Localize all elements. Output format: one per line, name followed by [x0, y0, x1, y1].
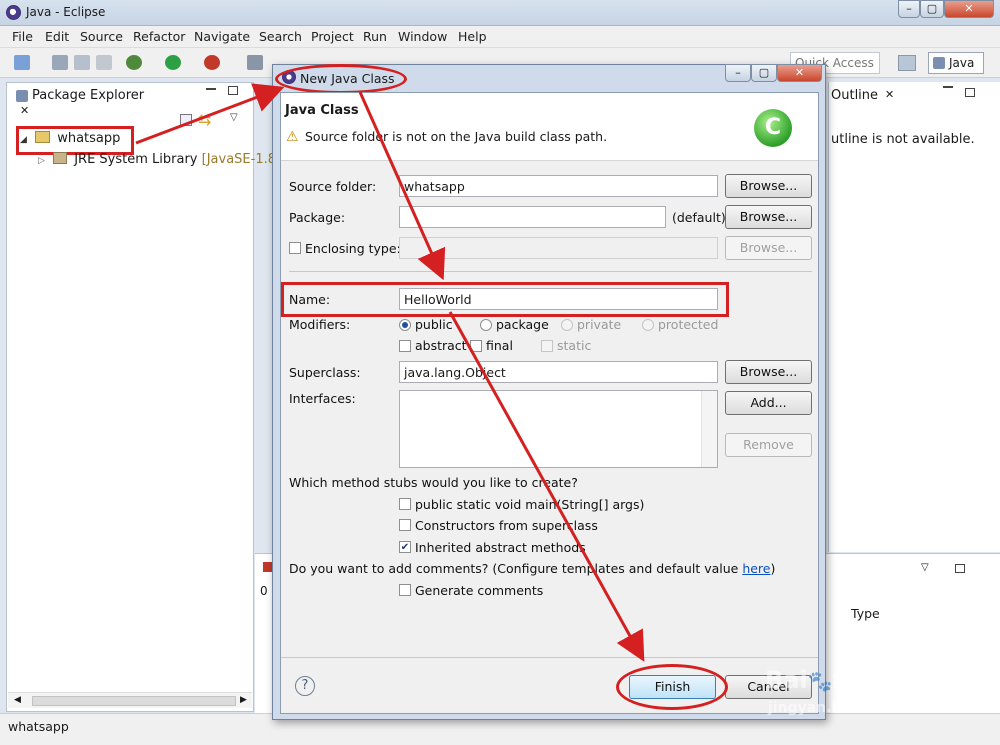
watermark-url: jingyan.baidu.com [768, 700, 914, 716]
watermark-brand: Bai [765, 666, 808, 694]
watermark-brand2: 经验 [832, 666, 881, 694]
arrow-title-to-name [358, 91, 446, 281]
arrow-project-to-dialog [135, 83, 285, 145]
annotation-arrows [135, 83, 645, 662]
arrow-name-to-finish [448, 311, 645, 662]
watermark-logo: Bai🐾经验 [765, 666, 881, 694]
